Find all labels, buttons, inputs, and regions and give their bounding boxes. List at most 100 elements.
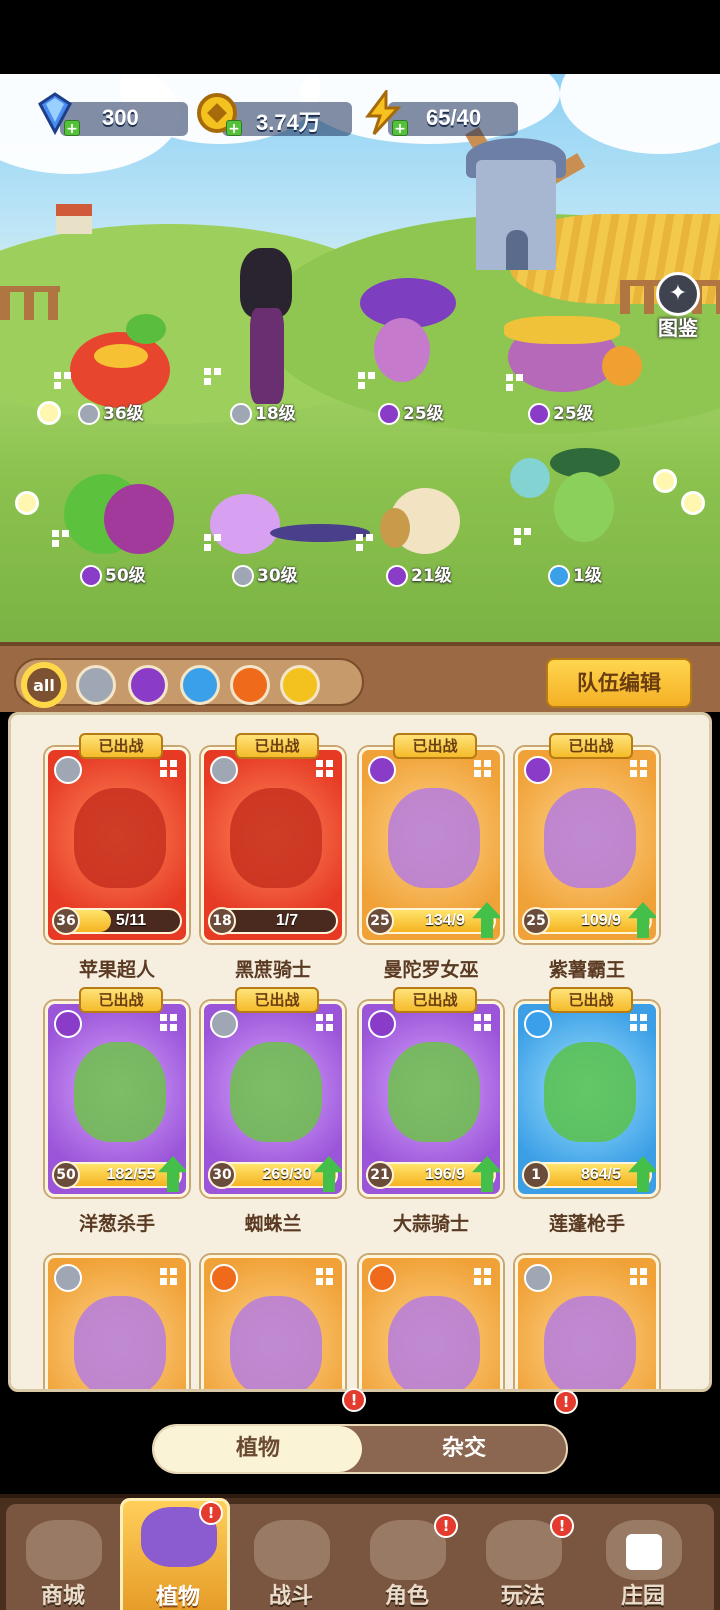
bolt-filter-icon[interactable] (280, 665, 320, 705)
plant-portrait (74, 788, 166, 888)
fence (0, 286, 60, 320)
card-progress-bar: 1 864/5 (522, 1161, 652, 1189)
potion-element-icon (524, 756, 552, 784)
formation-icon (356, 534, 374, 552)
hybrid-toggle[interactable]: 杂交 (362, 1426, 566, 1472)
encyclopedia-icon: ✦ (656, 272, 700, 316)
filter-bar: all 队伍编辑 (0, 642, 720, 712)
scene-character-black-knight[interactable] (236, 248, 300, 404)
encyclopedia-button[interactable]: ✦ 图鉴 (650, 272, 706, 340)
add-gem-icon: + (64, 120, 80, 137)
nav-label: 玩法 (500, 1584, 545, 1609)
formation-icon (514, 528, 532, 546)
nav-label: 战斗 (268, 1584, 313, 1609)
plant-card[interactable]: 25 134/9 (359, 747, 503, 943)
water-filter-icon[interactable] (180, 665, 220, 705)
formation-icon (630, 760, 648, 778)
shop-icon (26, 1520, 102, 1580)
plant-portrait (544, 1296, 636, 1389)
card-progress-bar: 50 182/55 (52, 1161, 182, 1189)
sword-filter-icon[interactable] (76, 665, 116, 705)
sword-element-icon (210, 1010, 238, 1038)
card-progress-bar: 25 134/9 (366, 907, 496, 935)
plant-portrait (388, 788, 480, 888)
nav-label: 庄园 (620, 1584, 665, 1609)
cloud (560, 74, 720, 154)
plant-portrait (388, 1042, 480, 1142)
plant-card[interactable]: 36 5/11 (45, 747, 189, 943)
water-element-icon (524, 1010, 552, 1038)
plant-portrait (544, 1042, 636, 1142)
plant-name: 曼陀罗女巫 (383, 959, 479, 981)
add-energy-icon: + (392, 120, 408, 137)
nav-label: 商城 (40, 1584, 85, 1609)
plant-card[interactable]: 50 182/55 (45, 1001, 189, 1197)
formation-icon (506, 374, 524, 392)
plant-name: 蜘蛛兰 (244, 1213, 302, 1235)
card-level-badge: 30 (208, 1161, 236, 1189)
nav-manor[interactable]: 庄园 (588, 1514, 698, 1610)
fire-filter-icon[interactable] (230, 665, 270, 705)
scene-character-apple[interactable] (70, 314, 180, 408)
plant-card[interactable]: 21 196/9 (359, 1001, 503, 1197)
plant-card[interactable] (515, 1255, 659, 1389)
formation-icon (474, 760, 492, 778)
gem-count: 300 (102, 105, 139, 130)
plant-card[interactable]: 30 269/30 (201, 1001, 345, 1197)
deployed-badge: 已出战 (393, 733, 477, 759)
plant-card[interactable]: 18 1/7 (201, 747, 345, 943)
all-filter-icon[interactable]: all (24, 665, 64, 705)
plant-card[interactable] (359, 1255, 503, 1389)
nav-label: 植物 (155, 1585, 200, 1610)
card-level-badge: 18 (208, 907, 236, 935)
add-gold-icon: + (226, 120, 242, 137)
plant-name: 洋葱杀手 (78, 1213, 155, 1235)
encyclopedia-label: 图鉴 (658, 316, 698, 340)
nav-battle[interactable]: 战斗 (236, 1514, 346, 1610)
plant-card[interactable] (45, 1255, 189, 1389)
scene-level-label: 21级 (386, 564, 452, 588)
card-progress-bar: 25 109/9 (522, 907, 652, 935)
card-progress-bar: 21 196/9 (366, 1161, 496, 1189)
nav-character[interactable]: 角色! (352, 1514, 462, 1610)
formation-icon (630, 1014, 648, 1032)
card-level-badge: 21 (366, 1161, 394, 1189)
status-bar (0, 0, 720, 74)
plant-card[interactable]: 25 109/9 (515, 747, 659, 943)
deployed-badge: 已出战 (79, 987, 163, 1013)
sword-element-icon (524, 1264, 552, 1292)
sword-element-icon (210, 756, 238, 784)
scene-character-garlic-knight[interactable] (380, 478, 470, 558)
formation-icon (474, 1268, 492, 1286)
energy-count: 65/40 (426, 105, 482, 130)
formation-icon (316, 760, 334, 778)
team-edit-button[interactable]: 队伍编辑 (546, 658, 692, 708)
bottom-nav: 商城 植物! 战斗 角色! 玩法! 庄园 (0, 1494, 720, 1610)
card-level-badge: 36 (52, 907, 80, 935)
nav-plants[interactable]: 植物! (120, 1498, 230, 1610)
scene-level-label: 36级 (78, 402, 144, 426)
formation-icon (358, 372, 376, 390)
potion-element-icon (54, 1010, 82, 1038)
element-filter-group: all (14, 658, 364, 706)
plant-portrait (74, 1042, 166, 1142)
card-level-badge: 50 (52, 1161, 80, 1189)
plant-name: 苹果超人 (78, 959, 155, 981)
scene-level-label: 18级 (230, 402, 296, 426)
nav-shop[interactable]: 商城 (8, 1514, 118, 1610)
scene-level-label: 25级 (378, 402, 444, 426)
card-level-badge: 25 (522, 907, 550, 935)
flower (40, 404, 58, 422)
plants-toggle[interactable]: 植物 (154, 1426, 362, 1472)
nav-gameplay[interactable]: 玩法! (468, 1514, 578, 1610)
deployed-badge: 已出战 (79, 733, 163, 759)
plant-card[interactable] (201, 1255, 345, 1389)
card-progress-text: 1/7 (275, 912, 299, 929)
card-progress-bar: 18 1/7 (208, 907, 338, 935)
potion-filter-icon[interactable] (128, 665, 168, 705)
formation-icon (160, 760, 178, 778)
plant-portrait (74, 1296, 166, 1389)
scene-character-spider-orchid[interactable] (180, 494, 370, 564)
plant-card[interactable]: 1 864/5 (515, 1001, 659, 1197)
card-progress-bar: 30 269/30 (208, 1161, 338, 1189)
